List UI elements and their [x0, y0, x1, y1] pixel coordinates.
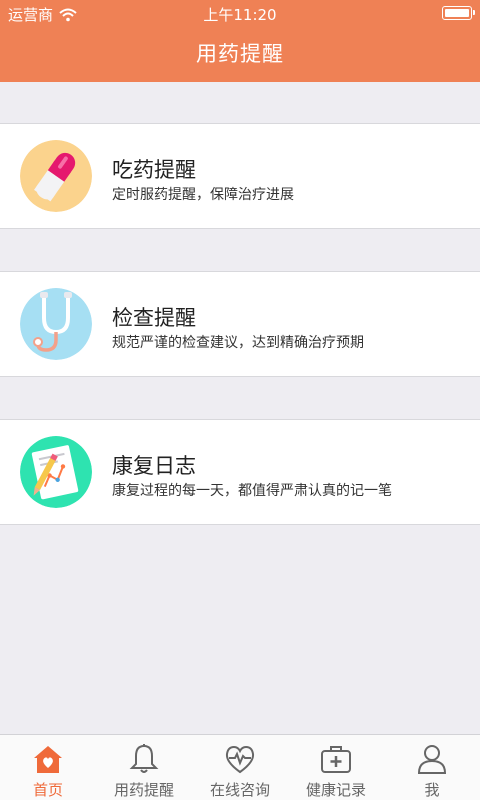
card-medication-reminder[interactable]: 吃药提醒 定时服药提醒，保障治疗进展 — [0, 123, 480, 229]
heart-consult-icon — [225, 745, 255, 774]
card-title: 吃药提醒 — [112, 158, 196, 182]
tab-medication[interactable]: 用药提醒 — [96, 735, 192, 800]
card-description: 规范严谨的检查建议，达到精确治疗预期 — [112, 335, 364, 351]
card-description: 康复过程的每一天，都值得严肃认真的记一笔 — [112, 483, 392, 499]
tab-consultation[interactable]: 在线咨询 — [192, 735, 288, 800]
tab-health-record[interactable]: 健康记录 — [288, 735, 384, 800]
bell-icon — [129, 744, 159, 773]
card-checkup-reminder[interactable]: 检查提醒 规范严谨的检查建议，达到精确治疗预期 — [0, 271, 480, 377]
tab-label: 我 — [424, 781, 440, 799]
home-icon — [34, 746, 62, 773]
medical-kit-icon — [321, 746, 351, 773]
chart-document-icon — [20, 436, 92, 508]
top-bar: 运营商 上午11:20 用药提醒 — [0, 0, 480, 82]
stethoscope-icon — [20, 288, 92, 360]
tab-label: 在线咨询 — [209, 781, 270, 799]
tab-label: 健康记录 — [305, 781, 366, 799]
card-title: 检查提醒 — [112, 306, 196, 330]
user-icon — [417, 745, 447, 774]
tab-label: 用药提醒 — [113, 781, 174, 799]
status-bar: 运营商 上午11:20 — [0, 0, 480, 28]
page-title: 用药提醒 — [196, 42, 284, 66]
tab-me[interactable]: 我 — [384, 735, 480, 800]
status-time: 上午11:20 — [203, 6, 277, 24]
tab-label: 首页 — [32, 781, 63, 799]
battery-icon — [442, 6, 475, 20]
card-recovery-log[interactable]: 康复日志 康复过程的每一天，都值得严肃认真的记一笔 — [0, 419, 480, 525]
card-description: 定时服药提醒，保障治疗进展 — [112, 187, 294, 203]
pill-icon — [20, 140, 92, 212]
tab-bar: 首页 用药提醒 在线咨询 健康记录 我 — [0, 734, 480, 800]
card-title: 康复日志 — [112, 454, 196, 478]
tab-home[interactable]: 首页 — [0, 735, 96, 800]
